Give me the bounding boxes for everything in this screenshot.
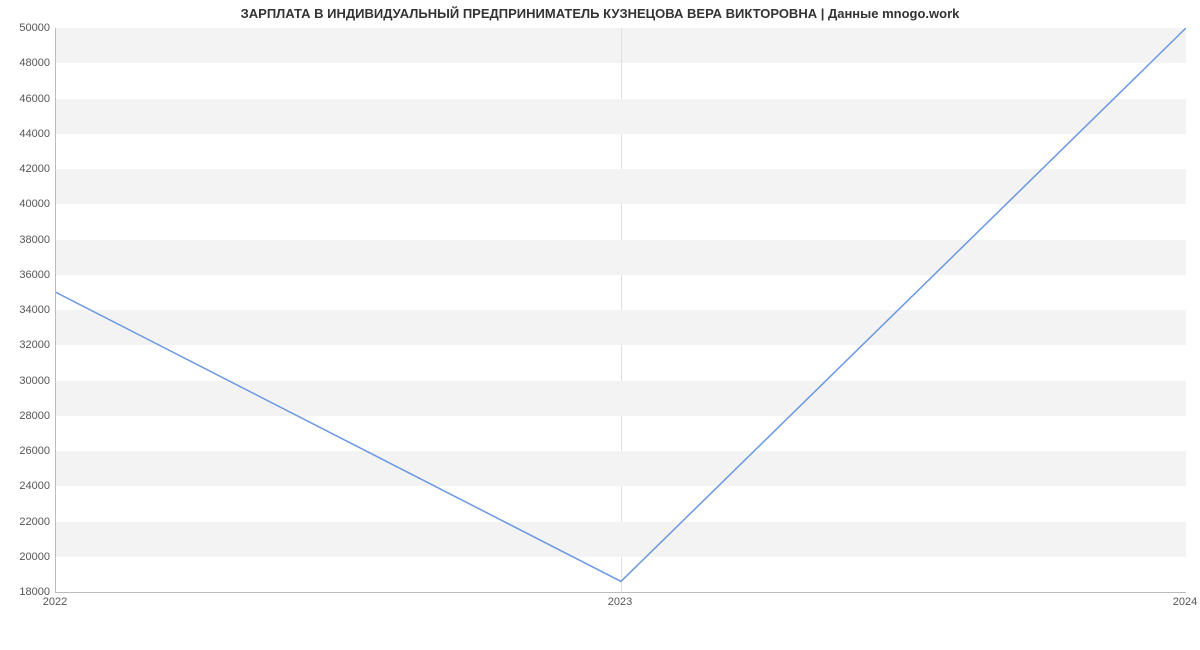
x-tick-label: 2023 [608,596,632,608]
y-tick-label: 24000 [10,480,50,492]
y-tick-label: 34000 [10,304,50,316]
y-tick-label: 38000 [10,234,50,246]
y-tick-label: 40000 [10,198,50,210]
line-series [56,28,1186,592]
y-tick-label: 26000 [10,445,50,457]
y-tick-label: 46000 [10,93,50,105]
y-tick-label: 32000 [10,339,50,351]
y-tick-label: 44000 [10,128,50,140]
y-tick-label: 28000 [10,410,50,422]
y-tick-label: 22000 [10,516,50,528]
x-tick-label: 2024 [1173,596,1197,608]
y-tick-label: 20000 [10,551,50,563]
y-tick-label: 48000 [10,57,50,69]
chart-title: ЗАРПЛАТА В ИНДИВИДУАЛЬНЫЙ ПРЕДПРИНИМАТЕЛ… [0,6,1200,21]
y-tick-label: 30000 [10,375,50,387]
chart-container: ЗАРПЛАТА В ИНДИВИДУАЛЬНЫЙ ПРЕДПРИНИМАТЕЛ… [0,0,1200,650]
x-tick-label: 2022 [43,596,67,608]
plot-area [55,28,1186,593]
y-tick-label: 42000 [10,163,50,175]
y-tick-label: 50000 [10,22,50,34]
y-tick-label: 36000 [10,269,50,281]
